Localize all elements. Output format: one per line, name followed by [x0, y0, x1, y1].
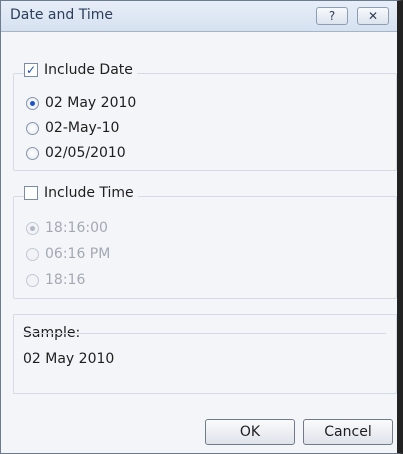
time-option-24h: 18:16 — [26, 272, 85, 288]
include-time-toggle[interactable]: Include Time — [24, 185, 138, 201]
sample-preview: Sample: 02 May 2010 — [13, 314, 397, 394]
date-option-short[interactable]: 02-May-10 — [26, 120, 119, 136]
help-icon: ? — [328, 9, 336, 23]
time-option-24h-seconds-radio — [26, 221, 39, 235]
time-option-24h-seconds: 18:16:00 — [26, 220, 108, 236]
ok-button[interactable]: OK — [205, 419, 295, 445]
include-date-checkbox[interactable]: ✓ — [24, 63, 38, 77]
time-option-12h-label: 06:16 PM — [45, 246, 111, 262]
include-time-label: Include Time — [44, 185, 134, 201]
time-format-group: Include Time 18:16:00 06:16 PM 18:16 — [13, 185, 397, 299]
date-option-long-label: 02 May 2010 — [45, 95, 137, 111]
help-button[interactable]: ? — [316, 7, 348, 25]
cancel-button[interactable]: Cancel — [303, 419, 393, 445]
time-option-24h-label: 18:16 — [45, 272, 86, 288]
date-option-long-radio[interactable] — [26, 96, 39, 110]
time-option-12h-radio — [26, 247, 39, 261]
date-option-short-radio[interactable] — [26, 121, 39, 135]
close-button[interactable]: ✕ — [357, 7, 389, 25]
dialog-title: Date and Time — [10, 7, 113, 23]
date-option-long[interactable]: 02 May 2010 — [26, 95, 136, 111]
date-option-numeric-label: 02/05/2010 — [45, 145, 126, 161]
date-format-group: ✓ Include Date 02 May 2010 02-May-10 02/… — [13, 62, 397, 171]
date-option-numeric-radio[interactable] — [26, 146, 39, 160]
title-bar: Date and Time ? ✕ — [1, 1, 397, 32]
close-icon: ✕ — [367, 9, 379, 23]
time-option-24h-radio — [26, 273, 39, 287]
date-time-dialog: Date and Time ? ✕ ✓ Include Date 02 May … — [0, 0, 403, 454]
time-option-24h-seconds-label: 18:16:00 — [45, 220, 108, 236]
date-option-short-label: 02-May-10 — [45, 120, 120, 136]
sample-divider — [23, 333, 386, 334]
include-time-checkbox[interactable] — [24, 186, 38, 200]
include-date-toggle[interactable]: ✓ Include Date — [24, 62, 137, 78]
date-option-numeric[interactable]: 02/05/2010 — [26, 145, 126, 161]
time-option-12h: 06:16 PM — [26, 246, 110, 262]
include-date-label: Include Date — [44, 62, 133, 78]
sample-value: 02 May 2010 — [23, 351, 115, 367]
